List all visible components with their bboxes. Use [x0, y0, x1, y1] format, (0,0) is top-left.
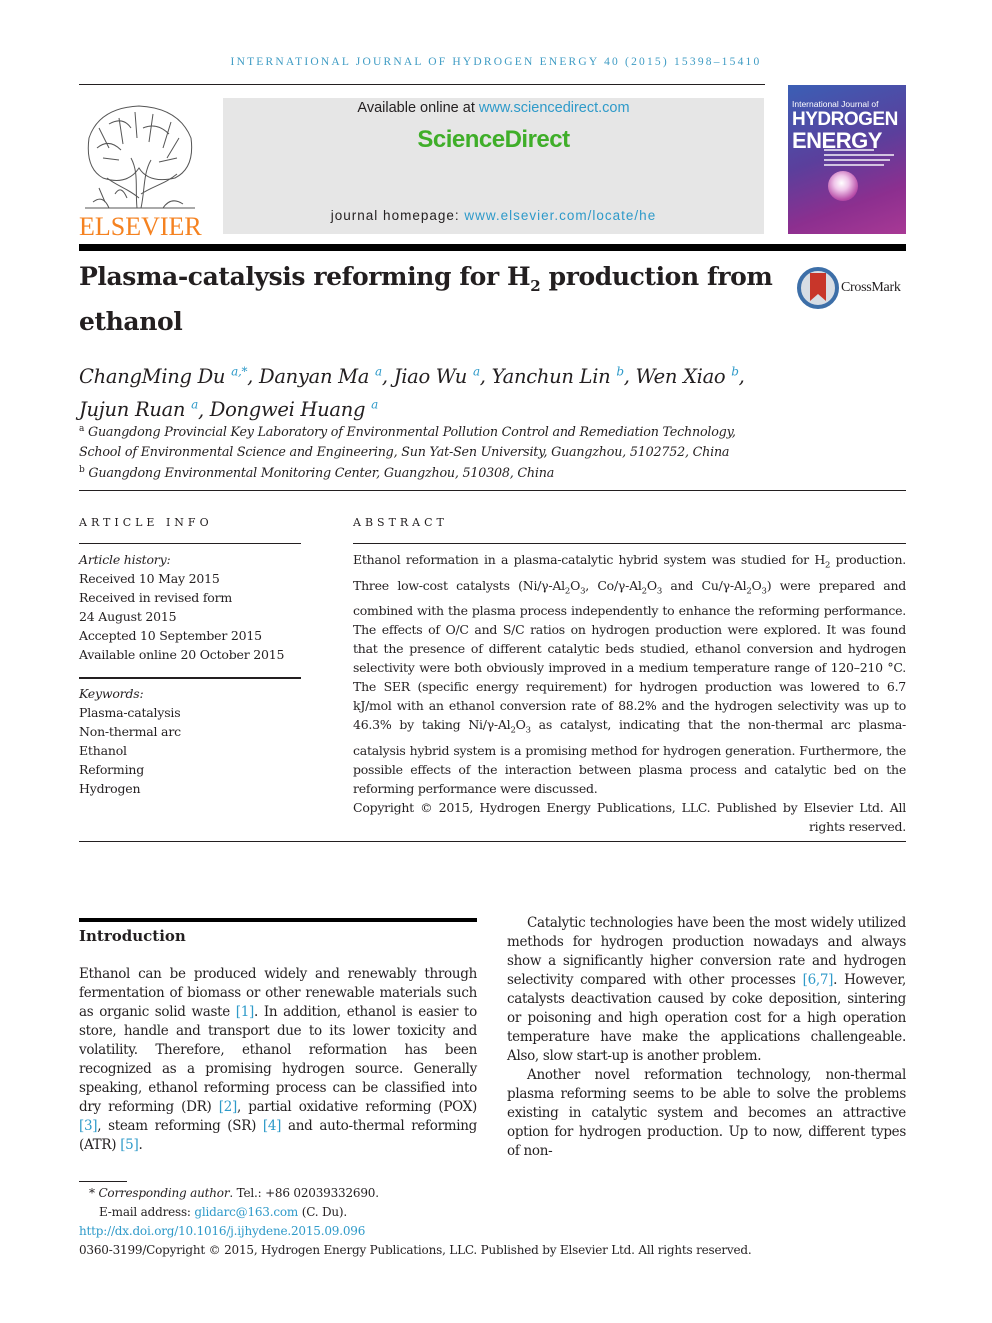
- abstract-text: Ethanol reformation in a plasma-catalyti…: [353, 552, 906, 796]
- introduction-rule: [79, 918, 477, 922]
- introduction-column-2: Catalytic technologies have been the mos…: [507, 914, 906, 1161]
- history-item: Received 10 May 2015: [79, 571, 220, 586]
- article-title: Plasma-catalysis reforming for H2 produc…: [79, 259, 779, 340]
- doi-line: http://dx.doi.org/10.1016/j.ijhydene.201…: [79, 1222, 879, 1241]
- citation-link[interactable]: [3]: [79, 1118, 98, 1134]
- footnote-rule: [79, 1181, 127, 1182]
- cover-subtitle: International Journal of: [792, 99, 879, 109]
- author-affiliation-mark[interactable]: a: [375, 364, 382, 378]
- keyword: Non-thermal arc: [79, 724, 181, 739]
- cover-orb-graphic: [828, 171, 858, 201]
- journal-homepage-line: journal homepage: www.elsevier.com/locat…: [223, 208, 764, 223]
- sciencedirect-banner: Available online at www.sciencedirect.co…: [223, 98, 764, 234]
- journal-homepage-link[interactable]: www.elsevier.com/locate/he: [464, 208, 656, 223]
- history-item: Available online 20 October 2015: [79, 647, 285, 662]
- journal-cover-image: International Journal of HYDROGEN ENERGY: [788, 85, 906, 234]
- author[interactable]: Danyan Ma a: [259, 364, 382, 388]
- article-info-heading: ARTICLE INFO: [79, 516, 213, 529]
- keyword: Reforming: [79, 762, 145, 777]
- cover-editor-lines: [824, 149, 898, 173]
- keyword: Plasma-catalysis: [79, 705, 181, 720]
- author-affiliation-mark[interactable]: a: [473, 364, 480, 378]
- citation-link[interactable]: [6,7]: [803, 972, 834, 988]
- abstract-divider: [353, 543, 906, 544]
- running-head: International Journal of Hydrogen Energy…: [230, 56, 762, 68]
- sciencedirect-brand: ScienceDirect: [417, 126, 570, 153]
- affiliations-divider: [79, 490, 906, 491]
- author[interactable]: ChangMing Du a,*: [79, 364, 247, 388]
- author[interactable]: Jiao Wu a: [394, 364, 480, 388]
- citation-link[interactable]: [4]: [263, 1118, 282, 1134]
- abstract-body: Ethanol reformation in a plasma-catalyti…: [353, 550, 906, 836]
- available-online-prefix: Available online at: [357, 100, 479, 116]
- sciencedirect-link[interactable]: www.sciencedirect.com: [479, 100, 630, 116]
- issn-copyright: 0360-3199/Copyright © 2015, Hydrogen Ene…: [79, 1243, 752, 1257]
- affiliation-a: a Guangdong Provincial Key Laboratory of…: [79, 424, 736, 459]
- crossmark-label: CrossMark: [841, 280, 901, 295]
- history-item: 24 August 2015: [79, 609, 177, 624]
- author-affiliation-mark[interactable]: b: [616, 364, 624, 378]
- keyword: Hydrogen: [79, 781, 141, 796]
- available-online-line: Available online at www.sciencedirect.co…: [223, 100, 764, 116]
- author[interactable]: Wen Xiao b: [636, 364, 739, 388]
- author[interactable]: Dongwei Huang a: [210, 398, 378, 422]
- keywords-divider: [79, 677, 301, 679]
- paragraph: Catalytic technologies have been the mos…: [507, 915, 907, 1064]
- author-affiliation-mark[interactable]: a: [371, 398, 378, 412]
- header-thick-rule: [79, 244, 906, 251]
- email-note: E-mail address: glidarc@163.com (C. Du).: [99, 1205, 348, 1219]
- abstract-copyright: Copyright © 2015, Hydrogen Energy Public…: [353, 799, 906, 834]
- history-item: Received in revised form: [79, 590, 233, 605]
- author-affiliation-mark[interactable]: a: [191, 398, 198, 412]
- title-text-part1: Plasma-catalysis reforming for H: [79, 262, 531, 291]
- paragraph: Ethanol can be produced widely and renew…: [79, 966, 477, 1153]
- abstract-heading: ABSTRACT: [353, 516, 448, 529]
- article-history: Article history: Received 10 May 2015 Re…: [79, 550, 301, 664]
- keywords-label: Keywords:: [79, 686, 144, 701]
- history-item: Accepted 10 September 2015: [79, 628, 262, 643]
- corresponding-author-note: * Corresponding author. Tel.: +86 020393…: [89, 1186, 379, 1200]
- author-affiliation-mark[interactable]: a,*: [231, 364, 247, 378]
- citation-link[interactable]: [1]: [236, 1004, 255, 1020]
- introduction-column-1: Ethanol can be produced widely and renew…: [79, 965, 477, 1155]
- citation-link[interactable]: [5]: [120, 1137, 139, 1153]
- crossmark-icon: [797, 267, 839, 309]
- paragraph: Another novel reformation technology, no…: [507, 1067, 906, 1159]
- elsevier-wordmark: ELSEVIER: [79, 212, 202, 241]
- keywords: Keywords: Plasma-catalysis Non-thermal a…: [79, 684, 301, 798]
- top-rule: [79, 84, 765, 85]
- affiliation-b: b Guangdong Environmental Monitoring Cen…: [79, 465, 555, 481]
- author-affiliation-mark[interactable]: b: [731, 364, 739, 378]
- article-history-label: Article history:: [79, 552, 171, 567]
- introduction-heading: Introduction: [79, 927, 186, 945]
- doi-link[interactable]: http://dx.doi.org/10.1016/j.ijhydene.201…: [79, 1224, 365, 1238]
- author-list: ChangMing Du a,*, Danyan Ma a, Jiao Wu a…: [79, 364, 745, 422]
- front-matter-divider: [79, 841, 906, 842]
- article-info-divider: [79, 543, 301, 544]
- citation-link[interactable]: [2]: [219, 1099, 238, 1115]
- email-link[interactable]: glidarc@163.com: [194, 1205, 298, 1219]
- crossmark-button[interactable]: CrossMark: [797, 267, 915, 311]
- homepage-prefix: journal homepage:: [330, 208, 465, 223]
- title-subscript: 2: [530, 277, 541, 295]
- keyword: Ethanol: [79, 743, 127, 758]
- footnotes: * Corresponding author. Tel.: +86 020393…: [79, 1184, 879, 1260]
- author[interactable]: Jujun Ruan a: [79, 398, 198, 422]
- author[interactable]: Yanchun Lin b: [492, 364, 624, 388]
- affiliations: a Guangdong Provincial Key Laboratory of…: [79, 420, 779, 483]
